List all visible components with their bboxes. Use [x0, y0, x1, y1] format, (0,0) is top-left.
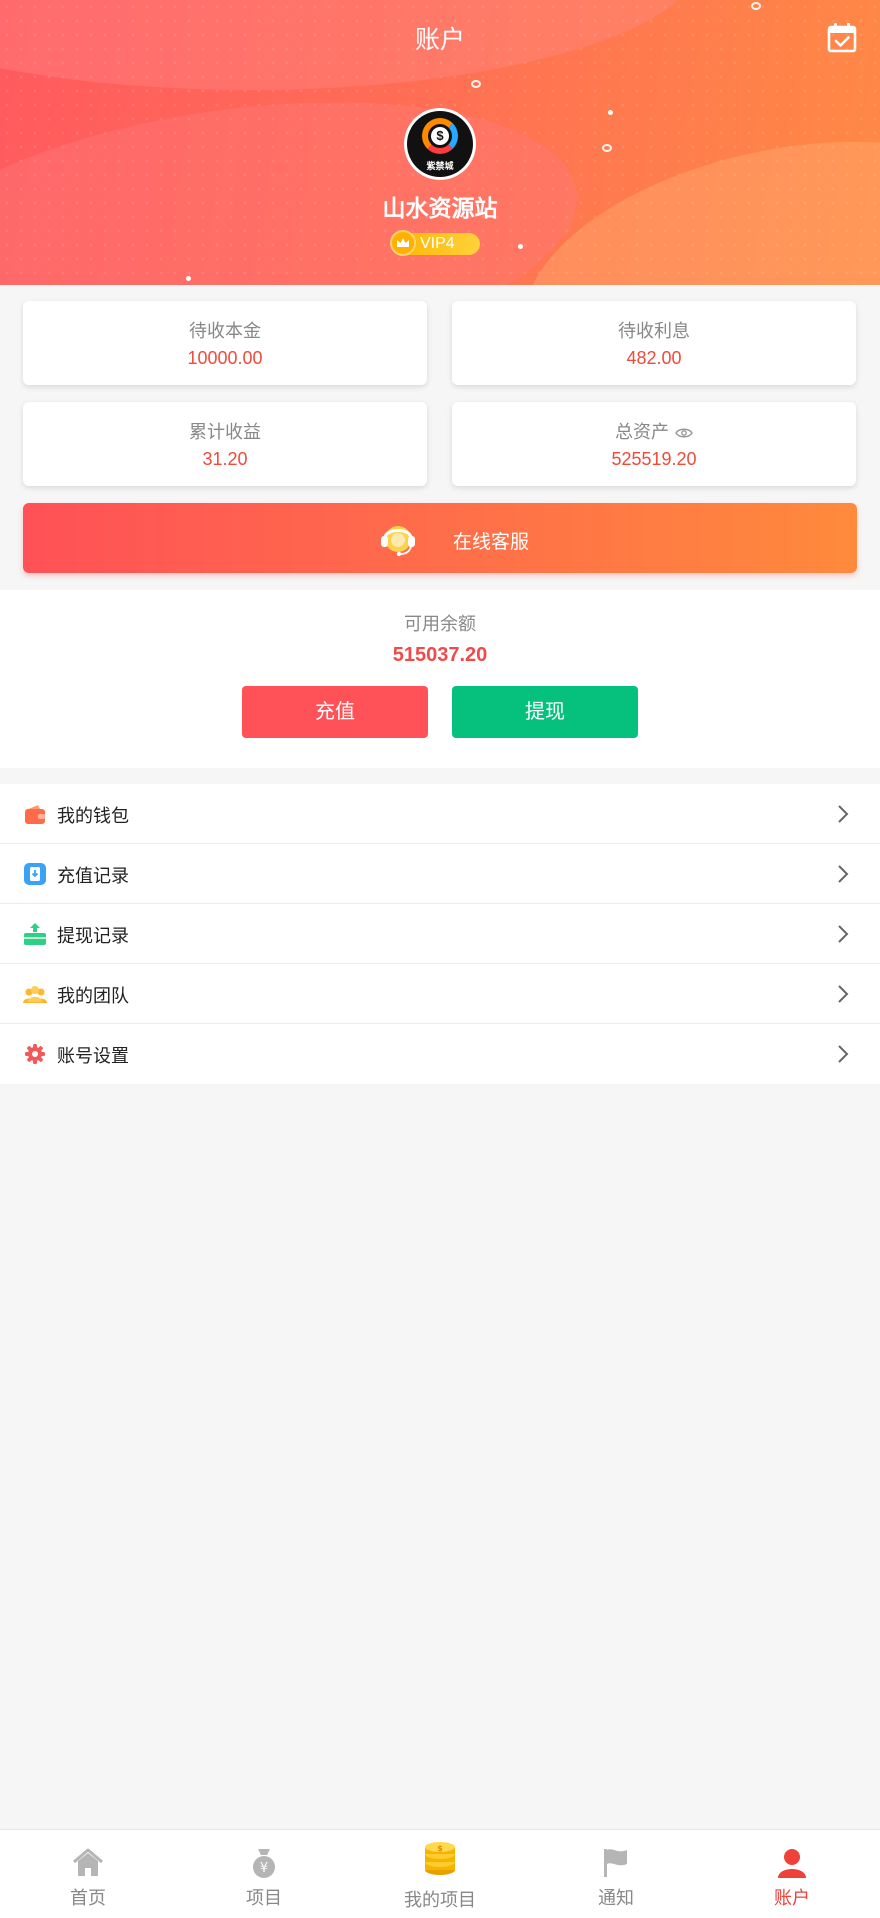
menu-label: 提现记录	[57, 926, 129, 946]
nav-label: 账户	[774, 1888, 810, 1908]
balance-panel: 可用余额 515037.20 充值 提现	[0, 590, 880, 768]
recharge-button[interactable]: 充值	[242, 686, 428, 738]
recharge-record-icon	[23, 862, 47, 886]
menu-item-wallet[interactable]: 我的钱包	[0, 784, 880, 844]
stat-value: 482.00	[626, 348, 682, 368]
withdraw-record-icon	[23, 922, 47, 946]
vip-level: VIP4	[420, 235, 455, 252]
stat-value: 10000.00	[187, 348, 263, 368]
vip-badge: VIP4	[390, 230, 480, 256]
avatar-logo-text: 紫禁城	[426, 161, 454, 171]
nav-label: 首页	[70, 1888, 106, 1908]
page-title: 账户	[414, 26, 465, 54]
dollar-icon: $	[431, 127, 449, 145]
decor-sparkle	[518, 244, 523, 249]
user-icon	[775, 1846, 809, 1880]
nav-label: 我的项目	[404, 1890, 476, 1910]
headset-icon	[377, 518, 419, 560]
nav-label: 通知	[598, 1888, 634, 1908]
withdraw-button[interactable]: 提现	[452, 686, 638, 738]
balance-label: 可用余额	[404, 614, 476, 634]
avatar-logo: $ 紫禁城	[407, 111, 473, 177]
calendar-check-icon[interactable]	[826, 22, 858, 54]
eye-icon[interactable]	[675, 423, 693, 444]
stat-label: 待收本金	[189, 321, 261, 341]
nav-item-my-projects[interactable]: $ 我的项目	[352, 1830, 528, 1918]
svg-text:¥: ¥	[260, 1861, 268, 1876]
nav-item-home[interactable]: 首页	[0, 1830, 176, 1918]
online-service-button[interactable]: 在线客服	[23, 503, 857, 573]
wallet-icon	[23, 802, 47, 826]
user-name: 山水资源站	[382, 195, 498, 221]
settings-icon	[23, 1042, 47, 1066]
account-menu: 我的钱包 充值记录 提现记录 我的团队 账号设置	[0, 784, 880, 1084]
nav-item-notifications[interactable]: 通知	[528, 1830, 704, 1918]
stat-label: 累计收益	[189, 422, 261, 442]
avatar[interactable]: $ 紫禁城	[404, 108, 476, 180]
account-header: 账户 $ 紫禁城 山水资源站 VIP4	[0, 0, 880, 285]
stat-value: 525519.20	[611, 449, 697, 469]
bottom-nav: 首页 ¥ 项目 $ 我的项目 通知 账户	[0, 1829, 880, 1918]
stat-card-pending-interest: 待收利息 482.00	[452, 301, 856, 385]
stat-label: 总资产	[615, 422, 669, 442]
stat-card-pending-principal: 待收本金 10000.00	[23, 301, 427, 385]
coins-icon: $	[421, 1840, 459, 1878]
decor-sparkle	[186, 276, 191, 281]
chevron-right-icon	[836, 984, 850, 1004]
stat-label-row: 总资产	[452, 418, 856, 444]
flag-icon	[599, 1846, 633, 1880]
stat-label: 待收利息	[618, 321, 690, 341]
menu-item-settings[interactable]: 账号设置	[0, 1024, 880, 1084]
stat-value: 31.20	[202, 449, 248, 469]
menu-item-recharge-record[interactable]: 充值记录	[0, 844, 880, 904]
chevron-right-icon	[836, 864, 850, 884]
crown-icon	[390, 230, 416, 256]
menu-item-withdraw-record[interactable]: 提现记录	[0, 904, 880, 964]
online-service-label: 在线客服	[453, 532, 530, 553]
decor-bubble	[471, 80, 481, 88]
chevron-right-icon	[836, 924, 850, 944]
svg-text:$: $	[437, 1844, 443, 1853]
money-bag-icon: ¥	[247, 1846, 281, 1880]
home-icon	[71, 1846, 105, 1880]
decor-bubble	[602, 144, 612, 152]
menu-label: 充值记录	[57, 866, 129, 886]
nav-item-account[interactable]: 账户	[704, 1830, 880, 1918]
menu-label: 我的团队	[57, 986, 129, 1006]
team-icon	[23, 982, 47, 1006]
decor-sparkle	[608, 110, 613, 115]
chevron-right-icon	[836, 1044, 850, 1064]
balance-value: 515037.20	[392, 644, 488, 666]
nav-label: 项目	[246, 1888, 282, 1908]
nav-item-projects[interactable]: ¥ 项目	[176, 1830, 352, 1918]
decor-bubble	[751, 2, 761, 10]
stat-card-total-assets: 总资产 525519.20	[452, 402, 856, 486]
menu-item-team[interactable]: 我的团队	[0, 964, 880, 1024]
chevron-right-icon	[836, 804, 850, 824]
menu-label: 我的钱包	[57, 806, 129, 826]
stat-card-total-earnings: 累计收益 31.20	[23, 402, 427, 486]
menu-label: 账号设置	[57, 1046, 129, 1066]
